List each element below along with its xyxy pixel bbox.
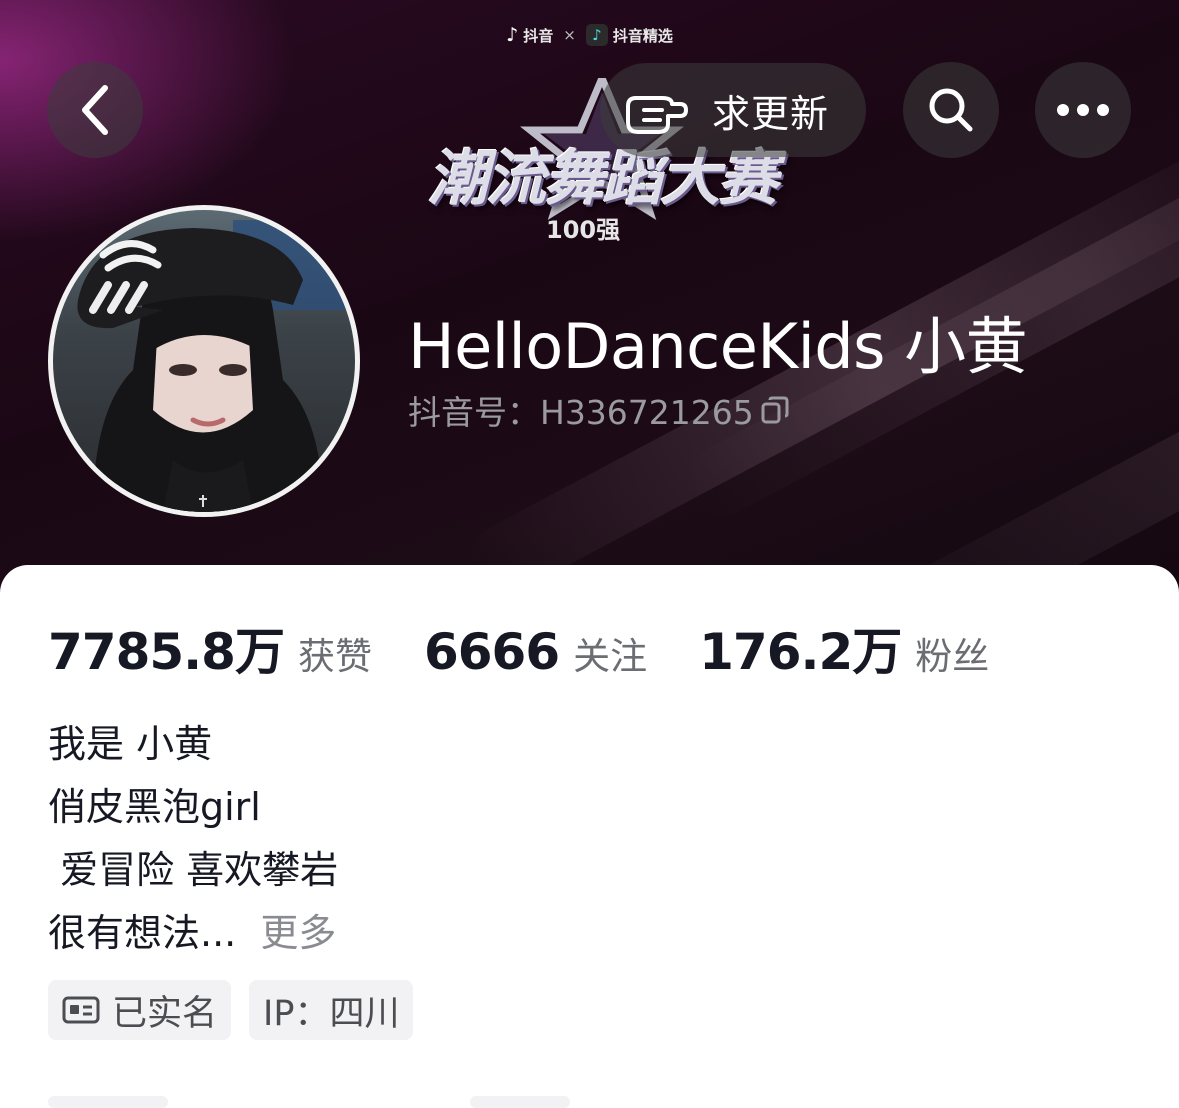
back-button[interactable] xyxy=(47,62,143,158)
verified-tag[interactable]: 已实名 xyxy=(48,980,232,1040)
douyin-jingxuan-text: 抖音精选 xyxy=(612,26,673,45)
bio-more-link[interactable]: 更多 xyxy=(260,911,336,955)
tab-peek xyxy=(48,1096,168,1108)
avatar-portrait-image xyxy=(77,220,355,512)
followers-stat[interactable]: 176.2万 粉丝 xyxy=(699,612,989,684)
cobrand-logos: ♪ 抖音 × ♪ 抖音精选 xyxy=(0,24,1179,46)
following-count: 6666 xyxy=(423,623,560,681)
copy-icon[interactable] xyxy=(760,395,790,425)
bio-line: 爱冒险 喜欢攀岩 xyxy=(48,848,339,892)
followers-label: 粉丝 xyxy=(915,635,990,678)
douyin-jingxuan-icon: ♪ xyxy=(585,24,608,46)
likes-label: 获赞 xyxy=(297,635,372,678)
profile-header-banner: ♪ 抖音 × ♪ 抖音精选 潮流舞蹈大赛 100强 求更新 HelloDance… xyxy=(0,0,1179,600)
contest-rank: 100强 xyxy=(546,216,621,244)
likes-stat[interactable]: 7785.8万 获赞 xyxy=(48,612,372,684)
brand-separator: × xyxy=(563,26,576,44)
following-label: 关注 xyxy=(573,635,648,678)
followers-count: 176.2万 xyxy=(699,623,902,681)
likes-count: 7785.8万 xyxy=(48,623,285,681)
id-card-icon xyxy=(62,996,100,1024)
douyin-brand-text: 抖音 xyxy=(523,26,554,45)
profile-tags: 已实名 IP：四川 xyxy=(48,980,414,1040)
douyin-id-row[interactable]: 抖音号：H336721265 xyxy=(408,386,790,434)
bio-line: 我是 小黄 xyxy=(48,722,213,766)
pointing-hand-icon xyxy=(626,96,688,134)
douyin-note-icon: ♪ xyxy=(506,24,519,46)
bio-line-text: 很有想法... xyxy=(48,911,237,955)
profile-bio: 我是 小黄 俏皮黑泡girl 爱冒险 喜欢攀岩 很有想法... 更多 xyxy=(48,713,338,965)
verified-label: 已实名 xyxy=(112,993,218,1034)
chevron-left-icon xyxy=(82,85,108,135)
ip-location-tag: IP：四川 xyxy=(249,980,414,1040)
douyin-jingxuan-logo: ♪ 抖音精选 xyxy=(585,24,673,46)
douyin-logo: ♪ 抖音 xyxy=(506,24,553,46)
tab-peek xyxy=(470,1096,570,1108)
bio-line: 俏皮黑泡girl xyxy=(48,785,261,829)
avatar-photo xyxy=(53,210,355,512)
avatar[interactable] xyxy=(48,205,360,517)
profile-stats: 7785.8万 获赞 6666 关注 176.2万 粉丝 xyxy=(48,612,989,684)
search-icon xyxy=(929,88,973,132)
bio-line: 很有想法... 更多 xyxy=(48,902,338,965)
search-button[interactable] xyxy=(903,62,999,158)
request-update-label: 求更新 xyxy=(712,91,830,136)
request-update-button[interactable]: 求更新 xyxy=(600,63,866,157)
profile-name: HelloDanceKids 小黄 xyxy=(408,310,1028,383)
following-stat[interactable]: 6666 关注 xyxy=(424,623,647,681)
douyin-id-text: 抖音号：H336721265 xyxy=(408,393,754,432)
more-dots-icon xyxy=(1057,104,1109,116)
ip-location-label: IP：四川 xyxy=(263,993,400,1034)
more-options-button[interactable] xyxy=(1035,62,1131,158)
